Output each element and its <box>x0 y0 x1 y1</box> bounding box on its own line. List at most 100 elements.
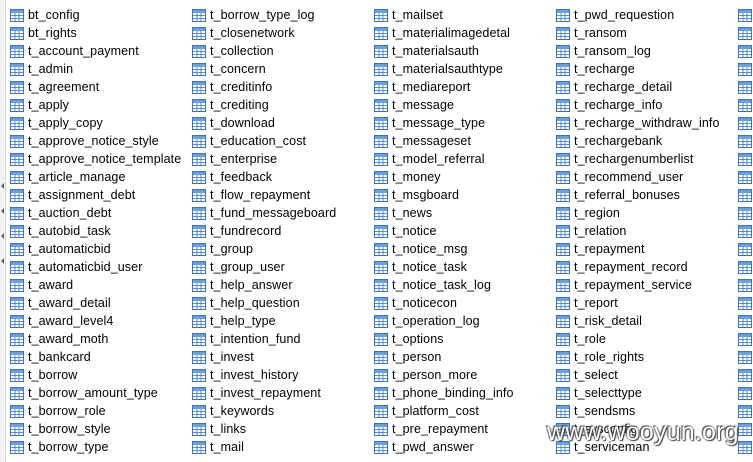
table-item[interactable]: t_region <box>556 204 720 222</box>
table-item[interactable] <box>738 294 753 312</box>
table-item[interactable]: t_borrow_type <box>10 438 181 456</box>
table-item[interactable] <box>738 348 753 366</box>
table-item[interactable]: t_risk_detail <box>556 312 720 330</box>
table-item[interactable]: t_borrow_role <box>10 402 181 420</box>
table-item[interactable]: t_select <box>556 366 720 384</box>
table-item[interactable] <box>738 384 753 402</box>
table-item[interactable]: t_notice_task_log <box>374 276 514 294</box>
table-item[interactable] <box>738 42 753 60</box>
table-item[interactable]: t_materialsauthtype <box>374 60 514 78</box>
table-item[interactable]: t_links <box>192 420 336 438</box>
table-item[interactable]: t_rechargenumberlist <box>556 150 720 168</box>
table-item[interactable]: t_assignment_debt <box>10 186 181 204</box>
table-item[interactable]: t_borrow_type_log <box>192 6 336 24</box>
table-item[interactable]: t_borrow_style <box>10 420 181 438</box>
table-item[interactable]: t_article_manage <box>10 168 181 186</box>
table-item[interactable]: t_notice <box>374 222 514 240</box>
table-item[interactable] <box>738 6 753 24</box>
table-item[interactable]: t_money <box>374 168 514 186</box>
table-item[interactable]: t_messageset <box>374 132 514 150</box>
table-item[interactable]: t_intention_fund <box>192 330 336 348</box>
table-item[interactable]: t_borrow_amount_type <box>10 384 181 402</box>
table-item[interactable]: t_notice_task <box>374 258 514 276</box>
table-item[interactable]: t_mail <box>192 438 336 456</box>
table-item[interactable] <box>738 420 753 438</box>
table-item[interactable]: t_creditinfo <box>192 78 336 96</box>
table-item[interactable]: t_group_user <box>192 258 336 276</box>
table-item[interactable]: t_invest <box>192 348 336 366</box>
splitter-arrow-icon[interactable] <box>1 258 4 265</box>
table-item[interactable] <box>738 132 753 150</box>
table-item[interactable]: t_role_rights <box>556 348 720 366</box>
table-item[interactable]: t_apply_copy <box>10 114 181 132</box>
table-item[interactable]: t_notice_msg <box>374 240 514 258</box>
table-item[interactable]: t_autobid_task <box>10 222 181 240</box>
table-item[interactable]: t_award_moth <box>10 330 181 348</box>
table-item[interactable]: t_download <box>192 114 336 132</box>
table-item[interactable]: t_selecttype <box>556 384 720 402</box>
table-item[interactable]: t_collection <box>192 42 336 60</box>
table-item[interactable]: bt_rights <box>10 24 181 42</box>
table-item[interactable]: t_auction_debt <box>10 204 181 222</box>
table-item[interactable] <box>738 402 753 420</box>
table-item[interactable]: t_help_type <box>192 312 336 330</box>
splitter-arrow-icon[interactable] <box>1 183 4 190</box>
table-item[interactable]: t_operation_log <box>374 312 514 330</box>
table-item[interactable]: t_invest_repayment <box>192 384 336 402</box>
table-item[interactable] <box>738 150 753 168</box>
table-item[interactable] <box>738 222 753 240</box>
table-item[interactable]: t_pwd_requestion <box>556 6 720 24</box>
table-item[interactable]: t_referral_bonuses <box>556 186 720 204</box>
table-item[interactable]: t_sysconfig <box>556 420 720 438</box>
table-item[interactable]: t_mailset <box>374 6 514 24</box>
table-item[interactable]: t_ransom <box>556 24 720 42</box>
splitter-arrow-icon[interactable] <box>1 208 4 215</box>
table-item[interactable]: t_fund_messageboard <box>192 204 336 222</box>
table-item[interactable]: t_flow_repayment <box>192 186 336 204</box>
table-item[interactable]: t_invest_history <box>192 366 336 384</box>
table-item[interactable]: t_noticecon <box>374 294 514 312</box>
table-item[interactable] <box>738 114 753 132</box>
table-item[interactable]: t_news <box>374 204 514 222</box>
table-item[interactable]: t_award_detail <box>10 294 181 312</box>
table-item[interactable]: t_repayment_record <box>556 258 720 276</box>
table-item[interactable] <box>738 24 753 42</box>
table-item[interactable]: t_closenetwork <box>192 24 336 42</box>
table-item[interactable]: t_borrow <box>10 366 181 384</box>
table-item[interactable]: t_sendsms <box>556 402 720 420</box>
table-item[interactable]: t_education_cost <box>192 132 336 150</box>
table-item[interactable] <box>738 204 753 222</box>
table-item[interactable] <box>738 240 753 258</box>
table-item[interactable]: t_bankcard <box>10 348 181 366</box>
table-item[interactable] <box>738 186 753 204</box>
table-item[interactable]: bt_config <box>10 6 181 24</box>
table-item[interactable]: t_materialsauth <box>374 42 514 60</box>
table-item[interactable]: t_fundrecord <box>192 222 336 240</box>
table-item[interactable]: t_recharge_info <box>556 96 720 114</box>
table-item[interactable] <box>738 168 753 186</box>
table-item[interactable]: t_pre_repayment <box>374 420 514 438</box>
table-item[interactable]: t_apply <box>10 96 181 114</box>
table-item[interactable]: t_person_more <box>374 366 514 384</box>
table-item[interactable]: t_rechargebank <box>556 132 720 150</box>
table-item[interactable]: t_crediting <box>192 96 336 114</box>
table-item[interactable] <box>738 312 753 330</box>
table-item[interactable]: t_help_question <box>192 294 336 312</box>
table-item[interactable]: t_repayment <box>556 240 720 258</box>
table-item[interactable] <box>738 96 753 114</box>
table-item[interactable] <box>738 78 753 96</box>
table-item[interactable]: t_person <box>374 348 514 366</box>
table-item[interactable] <box>738 366 753 384</box>
table-item[interactable]: t_materialimagedetal <box>374 24 514 42</box>
table-item[interactable]: t_admin <box>10 60 181 78</box>
table-item[interactable]: t_message <box>374 96 514 114</box>
table-item[interactable] <box>738 330 753 348</box>
table-item[interactable]: t_ransom_log <box>556 42 720 60</box>
table-item[interactable]: t_serviceman <box>556 438 720 456</box>
table-item[interactable]: t_message_type <box>374 114 514 132</box>
table-item[interactable]: t_automaticbid <box>10 240 181 258</box>
table-item[interactable]: t_mediareport <box>374 78 514 96</box>
table-item[interactable]: t_msgboard <box>374 186 514 204</box>
table-item[interactable]: t_pwd_answer <box>374 438 514 456</box>
table-item[interactable]: t_recharge <box>556 60 720 78</box>
